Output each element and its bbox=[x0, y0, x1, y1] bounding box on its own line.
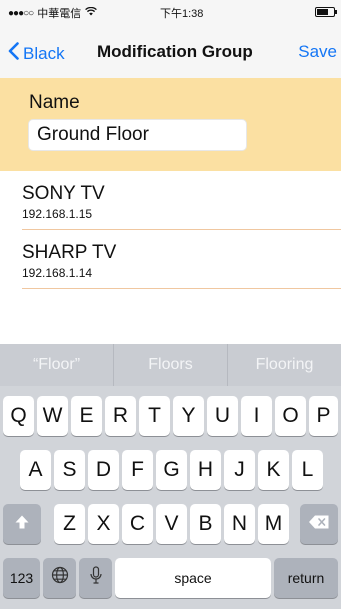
device-ip: 192.168.1.14 bbox=[22, 266, 93, 280]
name-label: Name bbox=[29, 92, 80, 113]
shift-arrow-icon bbox=[14, 512, 30, 536]
battery-icon bbox=[315, 7, 337, 17]
key-m[interactable]: M bbox=[258, 504, 289, 544]
shift-key[interactable] bbox=[3, 504, 41, 544]
key-j[interactable]: J bbox=[224, 450, 255, 490]
return-key[interactable]: return bbox=[274, 558, 338, 598]
key-n[interactable]: N bbox=[224, 504, 255, 544]
wifi-icon bbox=[85, 6, 98, 19]
group-name-section: Name bbox=[0, 78, 341, 171]
backspace-icon bbox=[308, 512, 330, 536]
page-title: Modification Group bbox=[97, 42, 253, 61]
signal-strength-indicator: ●●●○○ bbox=[8, 7, 34, 19]
key-i[interactable]: I bbox=[241, 396, 272, 436]
key-v[interactable]: V bbox=[156, 504, 187, 544]
dictation-key[interactable] bbox=[79, 558, 112, 598]
key-w[interactable]: W bbox=[37, 396, 68, 436]
key-p[interactable]: P bbox=[309, 396, 338, 436]
key-l[interactable]: L bbox=[292, 450, 323, 490]
key-s[interactable]: S bbox=[54, 450, 85, 490]
key-u[interactable]: U bbox=[207, 396, 238, 436]
list-item-device[interactable]: SONY TV 192.168.1.15 bbox=[22, 171, 341, 230]
delete-key[interactable] bbox=[300, 504, 338, 544]
key-f[interactable]: F bbox=[122, 450, 153, 490]
space-key[interactable]: space bbox=[115, 558, 271, 598]
status-time: 下午1:38 bbox=[160, 8, 204, 20]
key-y[interactable]: Y bbox=[173, 396, 204, 436]
key-c[interactable]: C bbox=[122, 504, 153, 544]
back-button[interactable]: Black bbox=[8, 42, 65, 65]
list-item-device[interactable]: SHARP TV 192.168.1.14 bbox=[22, 230, 341, 289]
key-a[interactable]: A bbox=[20, 450, 51, 490]
key-e[interactable]: E bbox=[71, 396, 102, 436]
device-name: SHARP TV bbox=[22, 242, 117, 263]
key-r[interactable]: R bbox=[105, 396, 136, 436]
suggestion-item[interactable]: Floors bbox=[113, 344, 227, 386]
carrier-name: 中華電信 bbox=[37, 8, 82, 20]
key-b[interactable]: B bbox=[190, 504, 221, 544]
key-z[interactable]: Z bbox=[54, 504, 85, 544]
key-g[interactable]: G bbox=[156, 450, 187, 490]
globe-icon bbox=[51, 566, 69, 590]
suggestion-item[interactable]: “Floor” bbox=[0, 344, 113, 386]
status-bar: ●●●○○ 中華電信 下午1:38 bbox=[0, 0, 341, 22]
key-k[interactable]: K bbox=[258, 450, 289, 490]
save-button[interactable]: Save bbox=[298, 42, 337, 62]
key-h[interactable]: H bbox=[190, 450, 221, 490]
back-button-label: Black bbox=[23, 43, 65, 63]
navigation-bar: Black Modification Group Save bbox=[0, 22, 341, 78]
on-screen-keyboard: Q W E R T Y U I O P A S D F G H J K L Z … bbox=[0, 386, 341, 609]
numbers-key[interactable]: 123 bbox=[3, 558, 40, 598]
key-o[interactable]: O bbox=[275, 396, 306, 436]
key-q[interactable]: Q bbox=[3, 396, 34, 436]
key-x[interactable]: X bbox=[88, 504, 119, 544]
key-t[interactable]: T bbox=[139, 396, 170, 436]
chevron-left-icon bbox=[8, 42, 23, 65]
device-list: SONY TV 192.168.1.15 SHARP TV 192.168.1.… bbox=[0, 171, 341, 289]
suggestion-item[interactable]: Flooring bbox=[227, 344, 341, 386]
key-d[interactable]: D bbox=[88, 450, 119, 490]
group-name-input[interactable] bbox=[28, 119, 247, 151]
device-name: SONY TV bbox=[22, 183, 105, 204]
keyboard-suggestion-bar: “Floor” Floors Flooring bbox=[0, 344, 341, 386]
microphone-icon bbox=[89, 566, 102, 590]
globe-key[interactable] bbox=[43, 558, 76, 598]
carrier-info: ●●●○○ 中華電信 bbox=[8, 5, 98, 21]
device-ip: 192.168.1.15 bbox=[22, 207, 93, 221]
